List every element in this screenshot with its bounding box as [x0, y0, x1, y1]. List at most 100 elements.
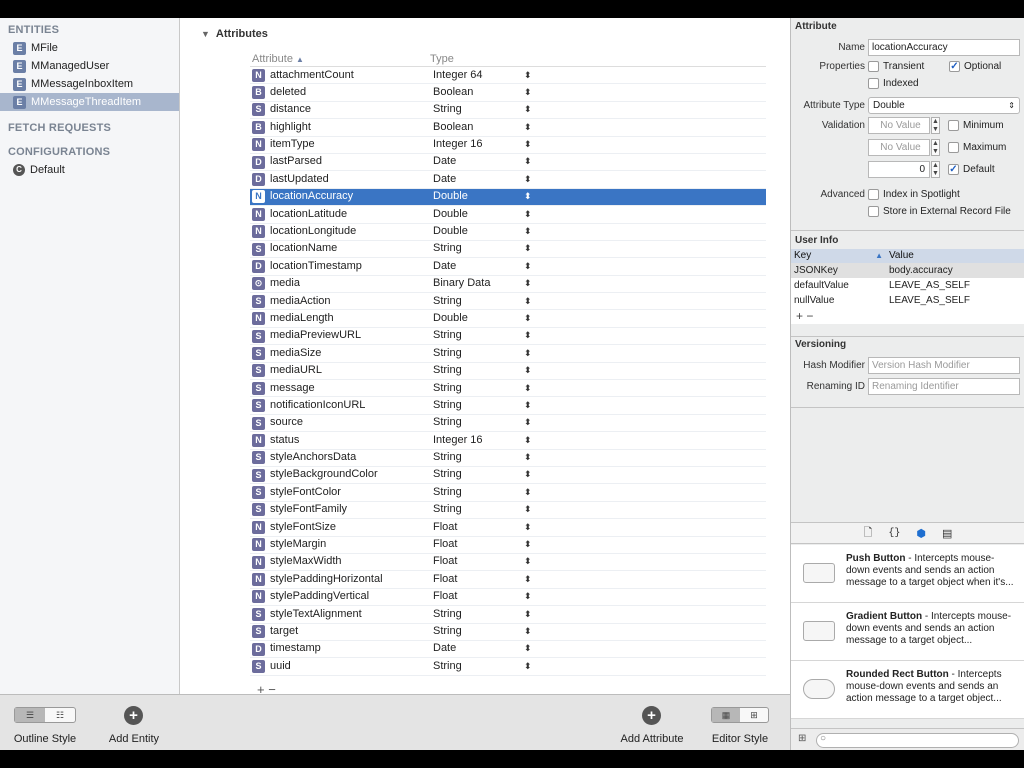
- type-popup-arrows-icon[interactable]: ⬍: [524, 327, 544, 344]
- optional-checkbox[interactable]: ✓: [949, 61, 960, 72]
- user-info-value[interactable]: body.accuracy: [887, 263, 953, 278]
- max-stepper[interactable]: ▲ ▼: [931, 139, 940, 156]
- type-popup-arrows-icon[interactable]: ⬍: [524, 171, 544, 188]
- type-popup-arrows-icon[interactable]: ⬍: [524, 484, 544, 501]
- attribute-type[interactable]: Float: [430, 519, 524, 536]
- attribute-name-cell[interactable]: SstyleTextAlignment: [250, 606, 430, 623]
- attribute-row[interactable]: Bdeleted Boolean ⬍: [250, 84, 766, 102]
- attribute-row[interactable]: NattachmentCount Integer 64 ⬍: [250, 67, 766, 85]
- library-item[interactable]: Push Button - Intercepts mouse-down even…: [791, 545, 1024, 603]
- attribute-type[interactable]: String: [430, 240, 524, 257]
- name-field[interactable]: locationAccuracy: [868, 39, 1020, 56]
- type-popup-arrows-icon[interactable]: ⬍: [524, 84, 544, 101]
- attribute-row[interactable]: SmediaPreviewURL String ⬍: [250, 327, 766, 346]
- library-item[interactable]: Rounded Rect Button - Intercepts mouse-d…: [791, 661, 1024, 719]
- attribute-row[interactable]: NmediaLength Double ⬍: [250, 310, 766, 328]
- attribute-row[interactable]: Nstatus Integer 16 ⬍: [250, 432, 766, 450]
- attribute-name-cell[interactable]: Smessage: [250, 380, 430, 397]
- type-popup-arrows-icon[interactable]: ⬍: [524, 623, 544, 640]
- attribute-type[interactable]: String: [430, 397, 524, 414]
- outline-flat-icon[interactable]: ☰: [15, 708, 45, 722]
- attribute-row[interactable]: SstyleTextAlignment String ⬍: [250, 606, 766, 624]
- user-info-row[interactable]: defaultValue LEAVE_AS_SELF: [791, 278, 1024, 293]
- attribute-row[interactable]: SlocationName String ⬍: [250, 240, 766, 259]
- attribute-row[interactable]: SnotificationIconURL String ⬍: [250, 397, 766, 415]
- type-popup-arrows-icon[interactable]: ⬍: [524, 432, 544, 449]
- configuration-default[interactable]: C Default: [0, 161, 179, 179]
- grid-view-icon[interactable]: ⊞: [798, 733, 806, 744]
- attribute-row[interactable]: Smessage String ⬍: [250, 380, 766, 398]
- default-stepper[interactable]: ▲ ▼: [931, 161, 940, 178]
- attribute-row[interactable]: Suuid String ⬍: [250, 658, 766, 676]
- add-attribute-button[interactable]: +: [642, 706, 661, 725]
- column-type[interactable]: Type: [430, 52, 524, 66]
- attribute-name-cell[interactable]: NstyleMaxWidth: [250, 553, 430, 570]
- attribute-type[interactable]: Double: [430, 206, 524, 223]
- attribute-type[interactable]: Integer 16: [430, 136, 524, 153]
- attribute-type[interactable]: String: [430, 414, 524, 431]
- attribute-row[interactable]: NlocationAccuracy Double ⬍: [250, 188, 766, 207]
- attribute-type[interactable]: Boolean: [430, 119, 524, 136]
- minimum-checkbox[interactable]: [948, 120, 959, 131]
- file-template-library-icon[interactable]: 🗋: [864, 524, 873, 543]
- object-library-icon[interactable]: ⬢: [916, 527, 926, 540]
- attribute-row[interactable]: SstyleFontFamily String ⬍: [250, 501, 766, 520]
- media-library-icon[interactable]: ▤: [942, 527, 952, 540]
- attribute-name-cell[interactable]: Ssource: [250, 414, 430, 431]
- type-popup-arrows-icon[interactable]: ⬍: [524, 588, 544, 605]
- type-popup-arrows-icon[interactable]: ⬍: [524, 658, 544, 675]
- type-popup-arrows-icon[interactable]: ⬍: [524, 466, 544, 483]
- type-popup-arrows-icon[interactable]: ⬍: [524, 119, 544, 136]
- attribute-row[interactable]: DlastParsed Date ⬍: [250, 153, 766, 172]
- attribute-row[interactable]: ⊙ media Binary Data ⬍: [250, 275, 766, 294]
- type-popup-arrows-icon[interactable]: ⬍: [524, 362, 544, 379]
- validation-max-field[interactable]: No Value: [868, 139, 930, 156]
- entity-item[interactable]: E MManagedUser: [0, 57, 179, 75]
- attribute-row[interactable]: NstyleMargin Float ⬍: [250, 537, 766, 554]
- type-popup-arrows-icon[interactable]: ⬍: [524, 275, 544, 292]
- attribute-type[interactable]: Double: [430, 188, 524, 205]
- attribute-name-cell[interactable]: SstyleFontColor: [250, 484, 430, 501]
- entity-item[interactable]: E MMessageThreadItem: [0, 93, 179, 111]
- editor-style-control[interactable]: ▦ ⊞: [711, 707, 769, 723]
- attribute-type[interactable]: String: [430, 484, 524, 501]
- attribute-type-popup[interactable]: Double ⇕: [868, 97, 1020, 114]
- type-popup-arrows-icon[interactable]: ⬍: [524, 380, 544, 397]
- attribute-name-cell[interactable]: SnotificationIconURL: [250, 397, 430, 414]
- attribute-name-cell[interactable]: Nstatus: [250, 432, 430, 449]
- type-popup-arrows-icon[interactable]: ⬍: [524, 206, 544, 223]
- attribute-row[interactable]: SmediaURL String ⬍: [250, 362, 766, 381]
- attribute-type[interactable]: Float: [430, 588, 524, 605]
- type-popup-arrows-icon[interactable]: ⬍: [524, 501, 544, 518]
- attribute-name-cell[interactable]: Dtimestamp: [250, 640, 430, 657]
- attribute-row[interactable]: NstyleMaxWidth Float ⬍: [250, 553, 766, 572]
- attribute-name-cell[interactable]: NlocationAccuracy: [250, 188, 430, 205]
- type-popup-arrows-icon[interactable]: ⬍: [524, 293, 544, 310]
- table-style-icon[interactable]: ▦: [712, 708, 740, 722]
- store-external-checkbox[interactable]: [868, 206, 879, 217]
- type-popup-arrows-icon[interactable]: ⬍: [524, 640, 544, 657]
- user-info-key[interactable]: defaultValue: [791, 278, 887, 293]
- user-info-value[interactable]: LEAVE_AS_SELF: [887, 293, 970, 308]
- entity-item[interactable]: E MFile: [0, 39, 179, 57]
- fetch-requests-header[interactable]: FETCH REQUESTS: [0, 119, 179, 137]
- attribute-name-cell[interactable]: SlocationName: [250, 240, 430, 257]
- attribute-name-cell[interactable]: NitemType: [250, 136, 430, 153]
- type-popup-arrows-icon[interactable]: ⬍: [524, 153, 544, 170]
- type-popup-arrows-icon[interactable]: ⬍: [524, 258, 544, 275]
- attribute-row[interactable]: NstylePaddingHorizontal Float ⬍: [250, 571, 766, 589]
- type-popup-arrows-icon[interactable]: ⬍: [524, 188, 544, 205]
- add-entity-button[interactable]: +: [124, 706, 143, 725]
- attribute-row[interactable]: Bhighlight Boolean ⬍: [250, 119, 766, 137]
- attribute-type[interactable]: Boolean: [430, 84, 524, 101]
- user-info-key[interactable]: JSONKey: [791, 263, 887, 278]
- type-popup-arrows-icon[interactable]: ⬍: [524, 553, 544, 570]
- attribute-type[interactable]: String: [430, 501, 524, 518]
- attribute-name-cell[interactable]: DlastParsed: [250, 153, 430, 170]
- attribute-name-cell[interactable]: NlocationLatitude: [250, 206, 430, 223]
- attribute-name-cell[interactable]: SmediaPreviewURL: [250, 327, 430, 344]
- attribute-row[interactable]: Dtimestamp Date ⬍: [250, 640, 766, 659]
- attribute-type[interactable]: String: [430, 606, 524, 623]
- attribute-name-cell[interactable]: Sdistance: [250, 101, 430, 118]
- attribute-name-cell[interactable]: NstylePaddingVertical: [250, 588, 430, 605]
